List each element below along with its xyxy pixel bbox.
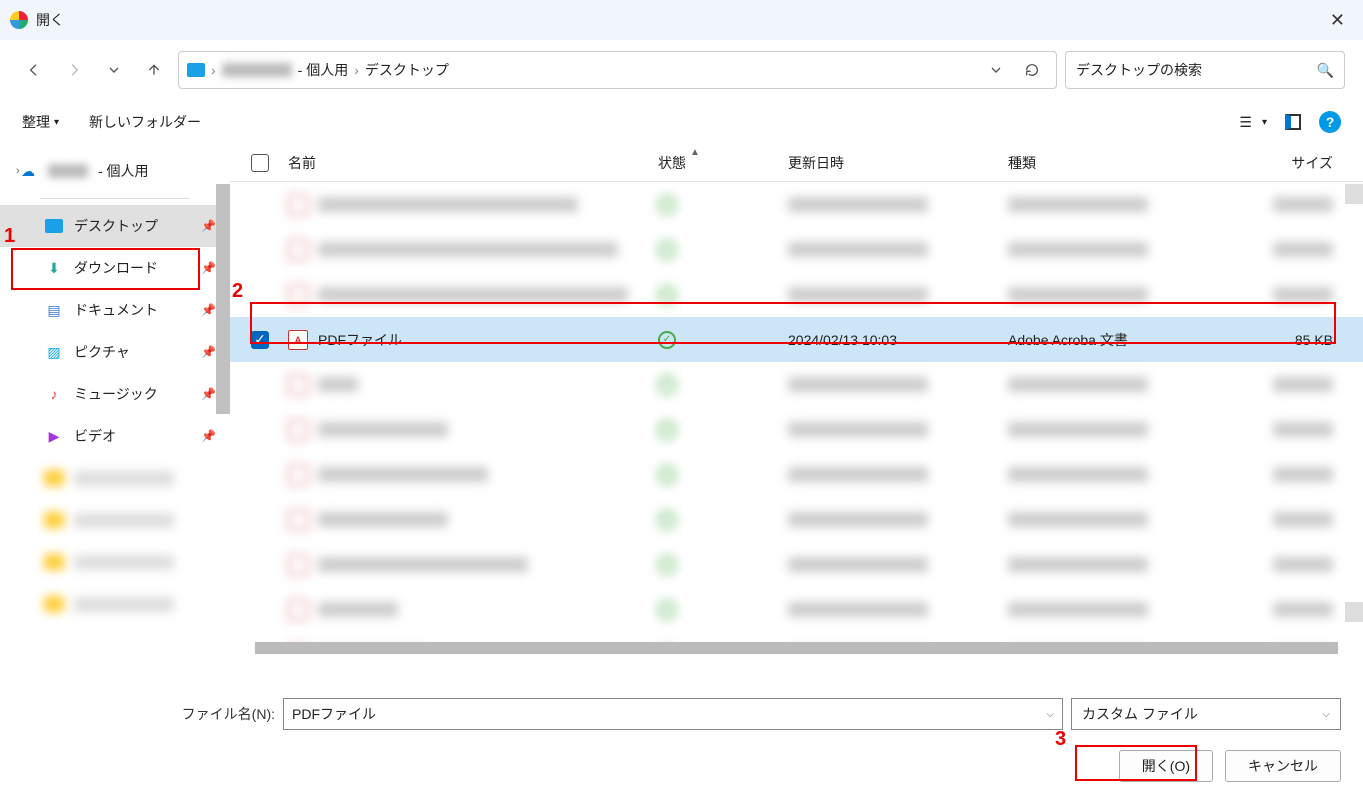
file-row-blurred[interactable]: ✓: [230, 227, 1363, 272]
file-row-selected[interactable]: ✓ A PDFファイル ✓ 2024/02/13 10:03 Adobe Acr…: [230, 317, 1363, 362]
sidebar-item-blurred[interactable]: [0, 541, 230, 583]
file-row-blurred[interactable]: ✓: [230, 362, 1363, 407]
file-type: Adobe Acroba 文書: [1000, 330, 1190, 350]
file-row-blurred[interactable]: ✓: [230, 587, 1363, 632]
breadcrumb-folder: デスクトップ: [365, 60, 449, 80]
sidebar-onedrive[interactable]: › ☁ - 個人用: [0, 150, 230, 192]
dropdown-icon: ⌵: [1322, 709, 1330, 720]
help-button[interactable]: ?: [1319, 111, 1341, 133]
file-row-blurred[interactable]: ✓: [230, 272, 1363, 317]
filename-label: ファイル名(N):: [182, 704, 275, 724]
address-dropdown[interactable]: [980, 54, 1012, 86]
window-title: 開く: [36, 10, 64, 30]
music-icon: ♪: [44, 384, 64, 404]
filename-input[interactable]: PDFファイル ⌵: [283, 698, 1063, 730]
pin-icon: 📌: [201, 303, 216, 317]
forward-button[interactable]: [58, 54, 90, 86]
list-icon: ☰: [1239, 114, 1252, 131]
document-icon: ▤: [44, 300, 64, 320]
sidebar-videos[interactable]: ▶ ビデオ 📌: [0, 415, 230, 457]
select-all-checkbox[interactable]: [251, 154, 269, 172]
vertical-scrollbar[interactable]: [1345, 602, 1363, 622]
file-row-blurred[interactable]: ✓: [230, 407, 1363, 452]
chevron-right-icon: ›: [211, 62, 216, 78]
pin-icon: 📌: [201, 219, 216, 233]
back-button[interactable]: [18, 54, 50, 86]
up-button[interactable]: [138, 54, 170, 86]
refresh-button[interactable]: [1016, 54, 1048, 86]
sync-ok-icon: ✓: [658, 331, 676, 349]
file-name: PDFファイル: [318, 330, 402, 350]
sidebar-documents[interactable]: ▤ ドキュメント 📌: [0, 289, 230, 331]
title-bar: 開く ✕: [0, 0, 1363, 40]
filter-value: カスタム ファイル: [1082, 704, 1198, 724]
new-folder-button[interactable]: 新しいフォルダー: [89, 112, 201, 132]
breadcrumb-user: - 個人用: [298, 60, 349, 80]
address-bar[interactable]: › - 個人用 › デスクトップ: [178, 51, 1057, 89]
column-state[interactable]: 状態: [650, 153, 780, 173]
open-button[interactable]: 開く(O): [1119, 750, 1213, 782]
row-checkbox[interactable]: ✓: [251, 331, 269, 349]
search-input[interactable]: デスクトップの検索 🔍: [1065, 51, 1345, 89]
folder-icon: [187, 63, 205, 77]
download-icon: ⬇: [44, 258, 64, 278]
file-list: ▲ 名前 状態 更新日時 種類 サイズ ✓ ✓ ✓ ✓ A PDFファイル ✓ …: [230, 144, 1363, 674]
file-type-filter[interactable]: カスタム ファイル ⌵: [1071, 698, 1341, 730]
column-date[interactable]: 更新日時: [780, 153, 1000, 173]
sidebar-desktop[interactable]: デスクトップ 📌: [0, 205, 230, 247]
column-headers: 名前 状態 更新日時 種類 サイズ: [230, 144, 1363, 182]
divider: [40, 198, 190, 199]
toolbar: 整理▾ 新しいフォルダー ☰▾ ?: [0, 100, 1363, 144]
onedrive-label: - 個人用: [98, 161, 149, 181]
close-button[interactable]: ✕: [1322, 6, 1353, 35]
sidebar-music[interactable]: ♪ ミュージック 📌: [0, 373, 230, 415]
filename-value: PDFファイル: [292, 704, 376, 724]
app-icon: [10, 11, 28, 29]
file-rows: ✓ ✓ ✓ ✓ A PDFファイル ✓ 2024/02/13 10:03 Ado…: [230, 182, 1363, 652]
column-name[interactable]: 名前: [280, 153, 650, 173]
search-placeholder: デスクトップの検索: [1076, 60, 1202, 80]
file-row-blurred[interactable]: ✓: [230, 182, 1363, 227]
sidebar-downloads[interactable]: ⬇ ダウンロード 📌: [0, 247, 230, 289]
vertical-scrollbar[interactable]: [1345, 184, 1363, 204]
file-row-blurred[interactable]: ✓: [230, 497, 1363, 542]
horizontal-scrollbar[interactable]: [255, 642, 1338, 654]
pdf-icon: A: [288, 330, 308, 350]
video-icon: ▶: [44, 426, 64, 446]
sidebar-pictures[interactable]: ▨ ピクチャ 📌: [0, 331, 230, 373]
organize-menu[interactable]: 整理▾: [22, 112, 59, 132]
pin-icon: 📌: [201, 387, 216, 401]
file-size: 85 KB: [1190, 332, 1353, 348]
cloud-icon: ☁: [18, 161, 38, 181]
user-blurred: [48, 164, 88, 178]
pin-icon: 📌: [201, 429, 216, 443]
sidebar-item-blurred[interactable]: [0, 583, 230, 625]
column-type[interactable]: 種類: [1000, 153, 1190, 173]
file-row-blurred[interactable]: ✓: [230, 542, 1363, 587]
preview-pane-button[interactable]: [1285, 114, 1301, 130]
pin-icon: 📌: [201, 261, 216, 275]
file-row-blurred[interactable]: ✓: [230, 452, 1363, 497]
user-name-blurred: [222, 63, 292, 77]
dropdown-icon: ⌵: [1046, 709, 1054, 720]
main-area: › ☁ - 個人用 デスクトップ 📌 ⬇ ダウンロード 📌 ▤ ドキュメント 📌…: [0, 144, 1363, 674]
sidebar-scrollbar[interactable]: [216, 184, 230, 414]
sidebar-item-blurred[interactable]: [0, 499, 230, 541]
sidebar: › ☁ - 個人用 デスクトップ 📌 ⬇ ダウンロード 📌 ▤ ドキュメント 📌…: [0, 144, 230, 674]
cancel-button[interactable]: キャンセル: [1225, 750, 1341, 782]
chevron-right-icon: ›: [354, 62, 359, 78]
desktop-icon: [44, 216, 64, 236]
picture-icon: ▨: [44, 342, 64, 362]
history-dropdown[interactable]: [98, 54, 130, 86]
footer: ファイル名(N): PDFファイル ⌵ カスタム ファイル ⌵ 開く(O) キャ…: [0, 680, 1363, 800]
sidebar-item-blurred[interactable]: [0, 457, 230, 499]
chevron-right-icon: ›: [16, 165, 20, 177]
search-icon: 🔍: [1317, 62, 1334, 79]
nav-bar: › - 個人用 › デスクトップ デスクトップの検索 🔍: [0, 40, 1363, 100]
column-size[interactable]: サイズ: [1190, 153, 1353, 173]
file-date: 2024/02/13 10:03: [780, 332, 1000, 348]
view-menu[interactable]: ☰▾: [1239, 114, 1267, 131]
pin-icon: 📌: [201, 345, 216, 359]
